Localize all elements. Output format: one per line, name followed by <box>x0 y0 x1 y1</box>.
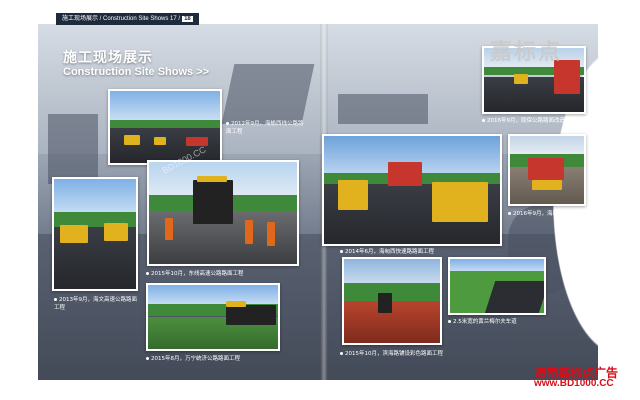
bullet-icon <box>340 352 343 355</box>
roller-silhouette <box>48 114 98 184</box>
site-photo-2 <box>52 177 138 291</box>
caption-2: 2013年9月，海文高速公路路面工程 <box>54 297 137 311</box>
page-current: 17 <box>170 16 177 22</box>
page-title-en: Construction Site Shows >> <box>63 66 210 78</box>
caption-6: 2015年10月，滨海路铺设彩色路面工程 <box>340 350 443 358</box>
bullet-icon <box>448 320 451 323</box>
caption-5: 2014年6月，海甸西快速路路面工程 <box>340 248 434 256</box>
caption-9: 2016年9月，海口市政道路维修 <box>508 210 591 218</box>
bullet-icon <box>146 272 149 275</box>
page-title-cn: 施工现场展示 <box>63 50 153 66</box>
site-photo-6 <box>342 257 442 345</box>
site-photo-7 <box>448 257 546 315</box>
site-photo-9 <box>508 134 586 206</box>
caption-3: 2015年10月，东线高速公路路面工程 <box>146 270 244 278</box>
bullet-icon <box>340 250 343 253</box>
site-photo-4 <box>146 283 280 351</box>
site-photo-3 <box>147 160 299 266</box>
truck-silhouette <box>221 64 315 124</box>
watermark-cn: 嘉标点 <box>490 40 563 65</box>
site-photo-5 <box>322 134 502 246</box>
page-total: 18 <box>182 16 193 22</box>
caption-1: 2012年9月，海榆西线公路路面工程 <box>226 121 304 135</box>
bullet-icon <box>508 212 511 215</box>
ad-url[interactable]: www.BD1000.CC <box>534 378 614 389</box>
paver-silhouette <box>338 94 428 124</box>
section-tab: 施工现场展示 / Construction Site Shows 17 /18 <box>56 13 199 25</box>
section-label: 施工现场展示 / Construction Site Shows <box>62 16 169 22</box>
caption-8: 2016年9月，陵保公路路面改造工程 <box>482 117 576 125</box>
caption-7: 2.5米宽的黄兰梅尔夫车道 <box>448 318 517 326</box>
bullet-icon <box>146 357 149 360</box>
bullet-icon <box>54 298 57 301</box>
caption-4: 2015年8月，万宁统济公路路面工程 <box>146 355 240 363</box>
bullet-icon <box>226 122 229 125</box>
bullet-icon <box>482 119 485 122</box>
